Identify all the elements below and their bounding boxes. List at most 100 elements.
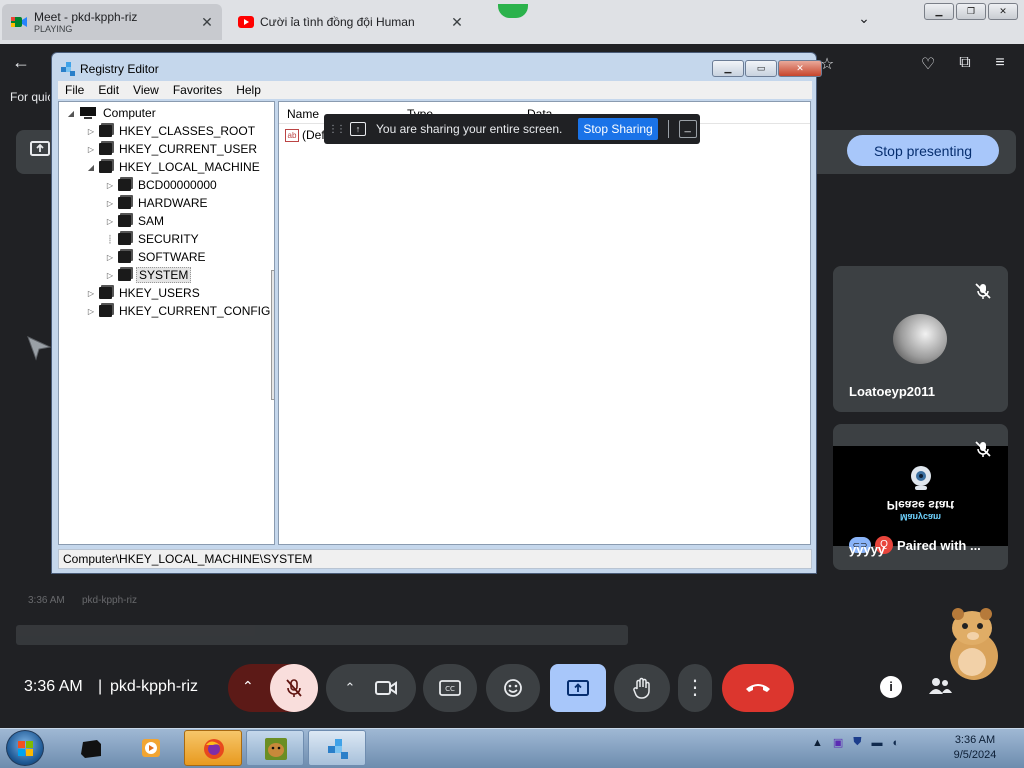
expand-arrow-icon[interactable]: ▷ [85,289,97,298]
expand-arrow-icon[interactable]: ▷ [104,199,116,208]
folder-icon [118,197,131,209]
folder-icon [99,287,112,299]
taskbar-item-game[interactable] [246,730,304,766]
monitor-icon[interactable]: ▬ [872,737,883,749]
minimize-button[interactable]: ▁ [924,3,954,20]
tree-node[interactable]: ▷ HKEY_CURRENT_CONFIG [85,302,272,320]
expand-arrow-icon[interactable]: ▷ [104,253,116,262]
minimize-button[interactable]: ▁ [712,60,744,77]
close-tab-icon[interactable]: ✕ [448,14,466,31]
echo-taskbar [16,625,628,645]
tree-node[interactable]: ▷ SOFTWARE [104,248,208,266]
registry-icon [61,62,75,76]
echo-code: pkd-kpph-riz [82,595,138,606]
captions-button[interactable]: CC [423,664,477,712]
raise-hand-button[interactable] [614,664,670,712]
restore-button[interactable]: ❐ [956,3,986,20]
taskbar-item-registry-editor[interactable] [308,730,366,766]
present-now-button[interactable] [550,664,606,712]
clock-date: 9/5/2024 [953,749,997,761]
terminal-icon [81,740,101,758]
taskbar-item-media-player[interactable] [122,730,180,766]
key-tree[interactable]: ◢ Computer ▷ HKEY_CLASSES_ROOT ▷ HKEY_CURR… [58,101,275,545]
expand-arrow-icon[interactable]: ▷ [85,145,97,154]
reactions-button[interactable] [486,664,540,712]
pocket-icon[interactable]: ♡ [917,54,939,74]
divider [667,120,669,138]
meeting-clock: 3:36 AM [24,678,83,695]
menu-view[interactable]: View [126,81,166,99]
camera-feed: Please start Manycam ⊂⊃ Q Paired with ..… [833,446,1008,554]
tree-node[interactable]: ▷ SAM [104,212,166,230]
tree-node[interactable]: ▷ HARDWARE [104,194,210,212]
tree-node[interactable]: ▷ HKEY_CLASSES_ROOT [85,122,257,140]
close-button[interactable]: ✕ [778,60,822,77]
tree-node-computer[interactable]: ◢ Computer [65,104,158,122]
mic-toggle-button[interactable] [270,664,318,712]
youtube-icon [238,16,254,28]
meeting-details-icon[interactable]: i [880,676,902,698]
close-tab-icon[interactable]: ✕ [198,14,216,31]
list-item[interactable]: ab (Def [285,128,325,142]
clock-time: 3:36 AM [954,734,996,746]
mic-off-icon [975,441,991,457]
menu-icon[interactable]: ≡ [989,54,1011,72]
close-button[interactable]: ✕ [988,3,1018,20]
expand-arrow-icon[interactable]: ▷ [85,307,97,316]
tree-node-selected[interactable]: ▷ SYSTEM [104,266,192,284]
expand-arrow-icon[interactable]: ◢ [65,109,77,118]
drag-handle-icon[interactable]: ⋮⋮ [328,124,346,135]
tree-node[interactable]: ◢ HKEY_LOCAL_MACHINE [85,158,262,176]
window-controls: ▁ ❐ ✕ [924,3,1018,20]
values-list[interactable]: Name Type Data ab (Def [278,101,811,545]
mic-off-icon [975,283,991,299]
taskbar-clock[interactable]: 3:36 AM 9/5/2024 [940,733,1010,763]
leave-call-button[interactable] [722,664,794,712]
app-tray-icon[interactable]: ▣ [833,736,843,749]
participant-tile[interactable]: Please start Manycam ⊂⊃ Q Paired with ..… [833,424,1008,570]
shield-icon[interactable]: ⛊ [853,736,861,749]
camera-toggle-button[interactable]: ⌃ [326,664,416,712]
maximize-button[interactable]: ▭ [745,60,777,77]
expand-arrow-icon[interactable]: ▷ [104,217,116,226]
tab-title: Cười ỉa tình đồng đội Human [260,15,415,29]
tree-node[interactable]: ▷ BCD00000000 [104,176,219,194]
hide-bar-button[interactable]: _ [678,120,697,138]
stop-presenting-button[interactable]: Stop presenting [847,135,999,166]
expand-arrow-icon[interactable]: ▷ [104,181,116,190]
tree-node[interactable]: ▷ HKEY_CURRENT_USER [85,140,259,158]
menu-help[interactable]: Help [229,81,268,99]
collapse-arrow-icon[interactable]: ◢ [85,163,97,172]
menu-favorites[interactable]: Favorites [166,81,229,99]
back-arrow-icon[interactable]: ← [12,52,30,73]
tree-scrollbar[interactable] [271,270,274,400]
stop-sharing-button[interactable]: Stop Sharing [578,118,658,140]
chevron-up-icon[interactable]: ⌃ [242,678,254,695]
expand-arrow-icon[interactable]: ▷ [104,271,116,280]
tree-node[interactable]: ┊ SECURITY [104,230,201,248]
media-player-icon [142,739,160,757]
chevron-up-icon[interactable]: ⌃ [345,680,356,696]
webcam-icon [911,466,931,490]
avatar [893,314,947,364]
tree-node[interactable]: ▷ HKEY_USERS [85,284,202,302]
menu-file[interactable]: File [58,81,91,99]
show-hidden-icons-icon[interactable]: ▲ [812,737,823,749]
participant-name: yyyyy [849,542,886,557]
taskbar-item-terminal[interactable] [62,730,120,766]
value-name: (Def [302,128,325,142]
tab-meet[interactable]: Meet - pkd-kpph-riz PLAYING ✕ [2,4,222,40]
extensions-icon[interactable]: ⧉ [954,54,976,72]
participant-tile[interactable]: Loatoeyp2011 [833,266,1008,412]
taskbar-item-firefox[interactable] [184,730,242,766]
bookmarks-bar-text[interactable]: For quic [10,90,50,104]
more-options-button[interactable]: ⋮ [678,664,712,712]
folder-icon [118,269,131,281]
volume-icon[interactable]: ◐ [893,737,900,749]
tab-youtube[interactable]: Cười ỉa tình đồng đội Human ✕ [232,4,472,40]
start-button[interactable] [6,730,44,766]
expand-arrow-icon[interactable]: ▷ [85,127,97,136]
browser-tab-strip: Meet - pkd-kpph-riz PLAYING ✕ Cười ỉa tì… [0,0,1024,44]
chevron-down-icon[interactable]: ⌄ [852,10,876,34]
menu-edit[interactable]: Edit [91,81,126,99]
